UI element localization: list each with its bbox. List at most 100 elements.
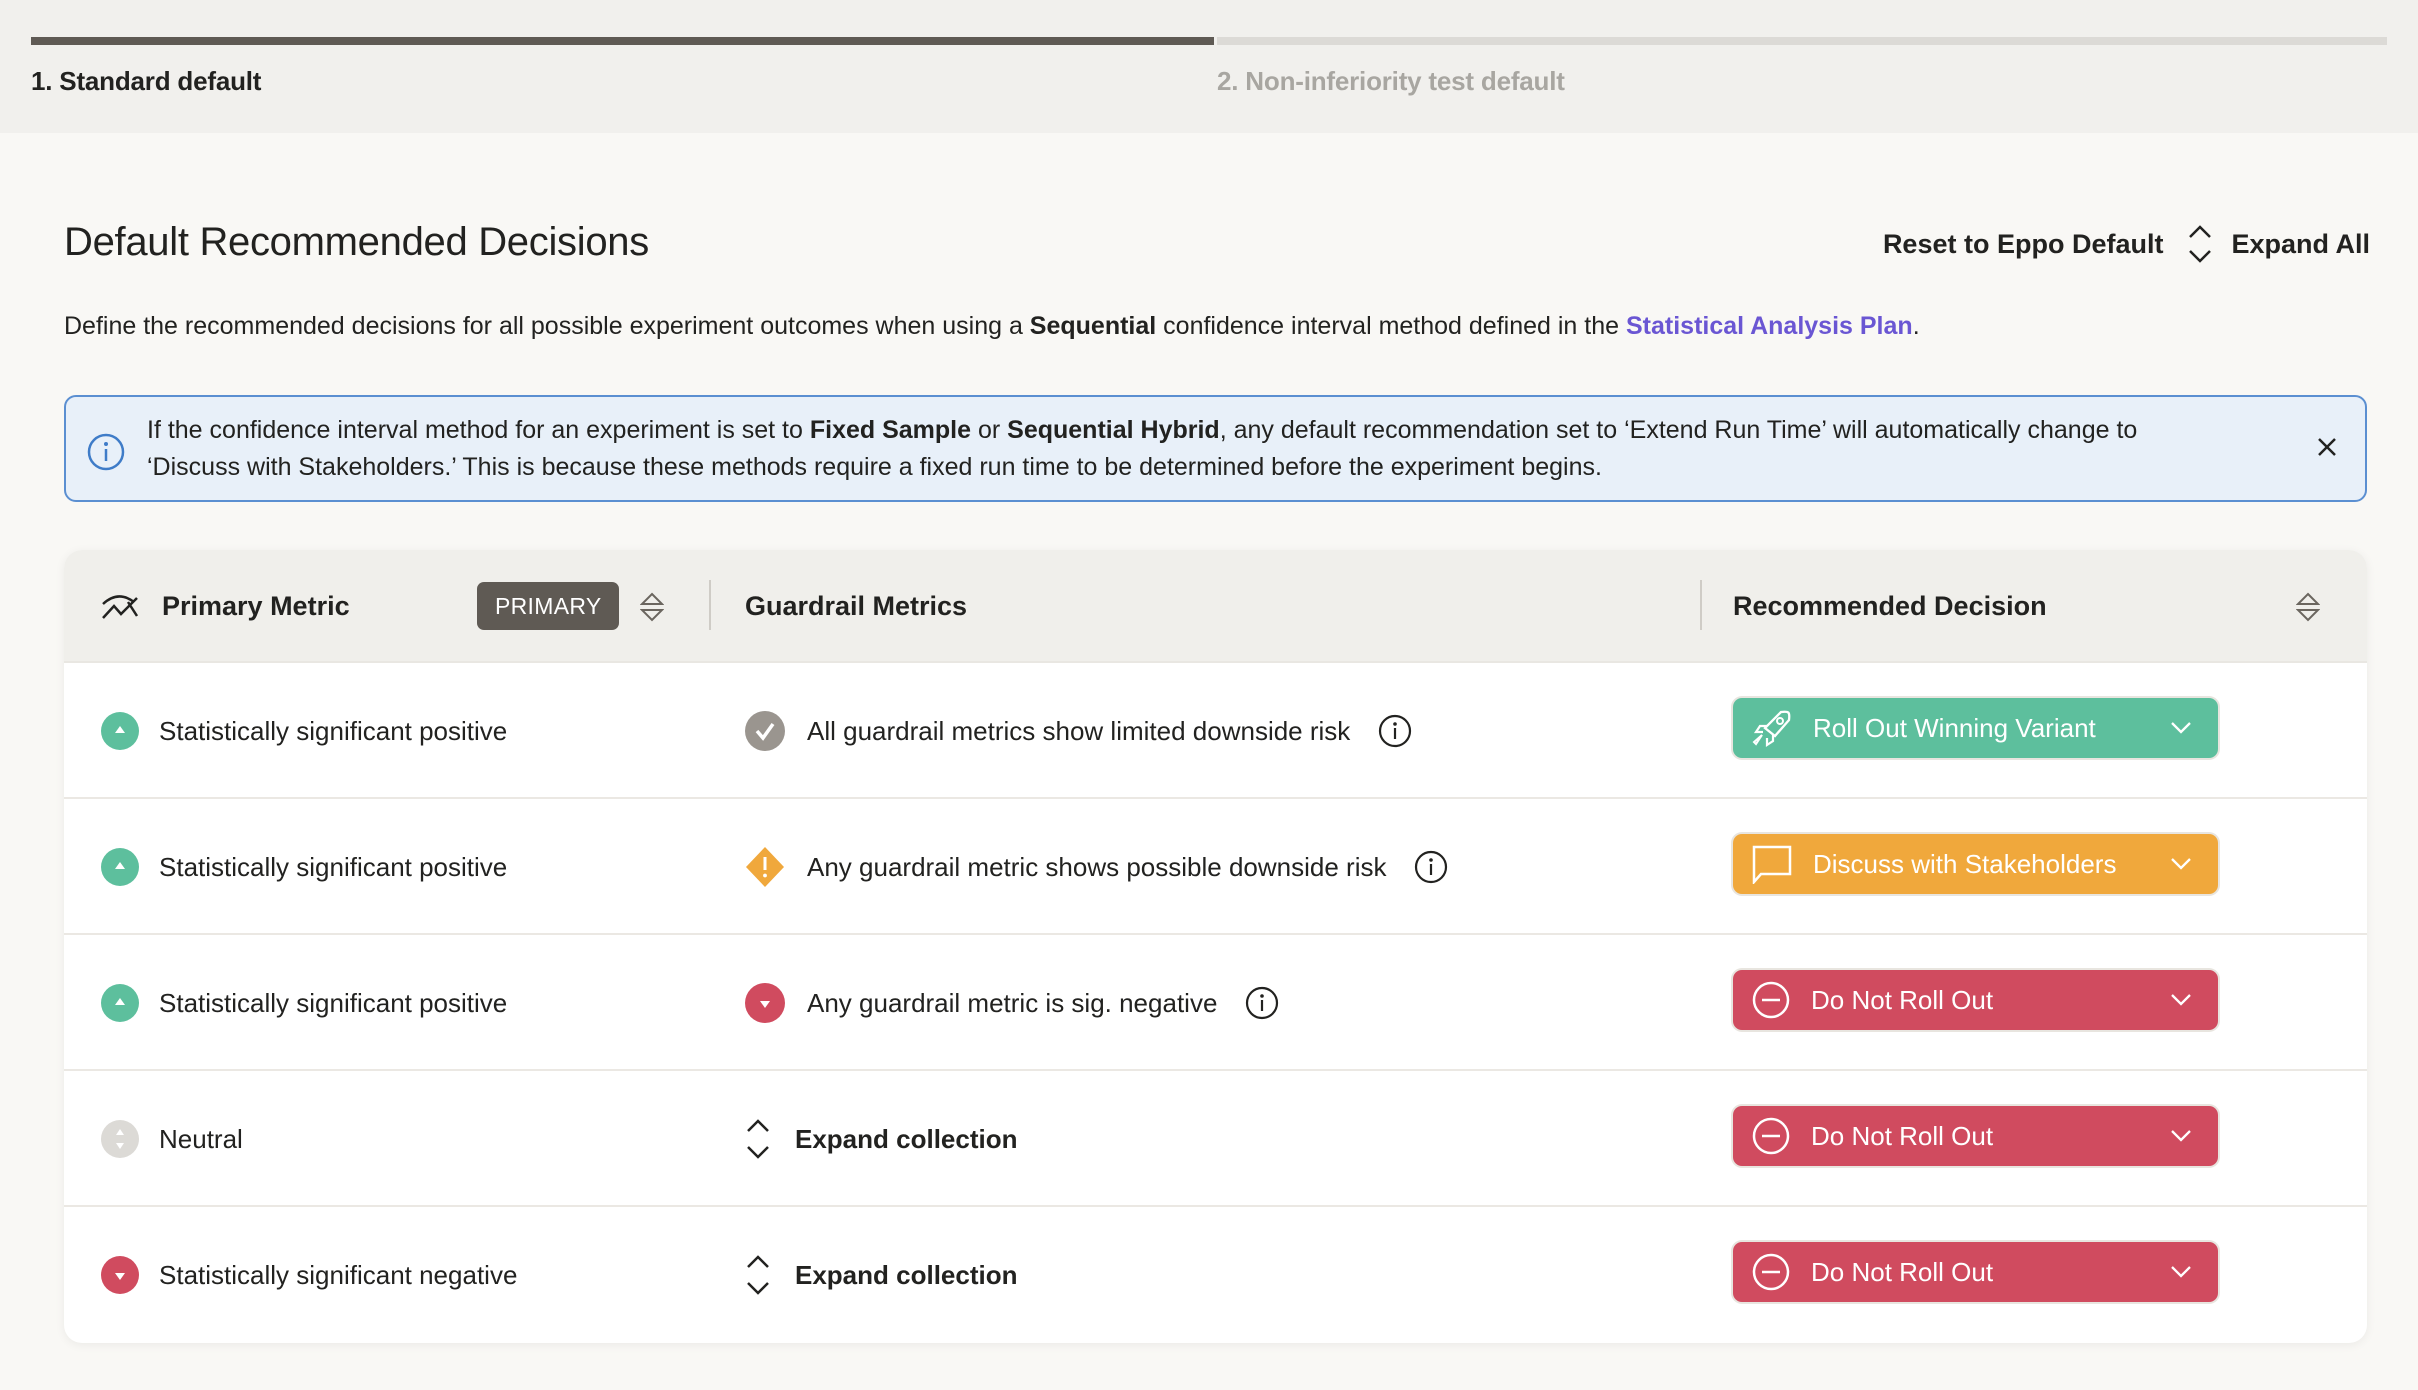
guardrail-label: Any guardrail metric is sig. negative	[807, 987, 1218, 1018]
header-recommended-decision: Recommended Decision	[1733, 550, 2047, 663]
sort-icon	[639, 592, 665, 622]
guardrail-cell: Any guardrail metric is sig. negative	[745, 935, 1279, 1071]
reset-to-default-button[interactable]: Reset to Eppo Default	[1883, 229, 2164, 260]
column-divider	[1700, 580, 1702, 630]
table-header: Primary Metric PRIMARY Guardrail Metrics…	[64, 550, 2367, 663]
table-row: Statistically significant negative Expan…	[64, 1207, 2367, 1343]
minus-circle-icon	[1751, 1116, 1791, 1156]
sig-negative-icon	[101, 1256, 139, 1294]
check-circle-icon	[745, 711, 785, 751]
guardrail-label: All guardrail metrics show limited downs…	[807, 715, 1351, 746]
metric-trend-icon	[102, 594, 139, 619]
primary-metric-cell: Statistically significant positive	[101, 935, 507, 1071]
primary-metric-label: Statistically significant negative	[159, 1259, 518, 1290]
info-icon[interactable]	[1378, 714, 1412, 748]
table-row: Neutral Expand collection Do Not Roll Ou…	[64, 1071, 2367, 1207]
primary-metric-label: Statistically significant positive	[159, 715, 508, 746]
primary-metric-label: Statistically significant positive	[159, 851, 508, 882]
guardrail-cell: Any guardrail metric shows possible down…	[745, 799, 1448, 935]
primary-metric-cell: Statistically significant negative	[101, 1207, 517, 1343]
decision-label: Do Not Roll Out	[1811, 1256, 1994, 1287]
expand-all-button[interactable]: Expand All	[2187, 224, 2370, 264]
decisions-table: Primary Metric PRIMARY Guardrail Metrics…	[64, 550, 2367, 1343]
decision-dropdown[interactable]: Do Not Roll Out	[1733, 970, 2218, 1030]
banner-bold-fixed-sample: Fixed Sample	[809, 416, 972, 444]
sort-icon	[2295, 592, 2321, 622]
header-label: Recommended Decision	[1733, 591, 2047, 621]
decision-label: Discuss with Stakeholders	[1813, 848, 2117, 879]
description-method: Sequential	[1029, 312, 1157, 340]
minus-circle-icon	[1751, 980, 1791, 1020]
expand-collapse-icon	[2189, 225, 2212, 263]
rocket-icon	[1751, 708, 1793, 748]
primary-metric-label: Neutral	[159, 1123, 243, 1154]
guardrail-label: Any guardrail metric shows possible down…	[807, 851, 1387, 882]
description-text: .	[1912, 312, 1920, 340]
banner-text: If the confidence interval method for an…	[147, 416, 810, 444]
expand-collection-button[interactable]: Expand collection	[745, 1207, 1018, 1343]
guardrail-cell: All guardrail metrics show limited downs…	[745, 663, 1412, 799]
expand-collection-button[interactable]: Expand collection	[745, 1071, 1018, 1207]
description-text: confidence interval method defined in th…	[1156, 312, 1626, 340]
decision-label: Roll Out Winning Variant	[1813, 712, 2096, 743]
table-row: Statistically significant positive All g…	[64, 663, 2367, 799]
description-text: Define the recommended decisions for all…	[64, 312, 1030, 340]
sig-positive-icon	[101, 712, 139, 750]
column-divider	[709, 580, 711, 630]
chevron-down-icon	[2170, 857, 2192, 871]
step-non-inferiority-default[interactable]: 2. Non-inferiority test default	[1217, 37, 2387, 97]
header-primary-metric: Primary Metric	[100, 550, 350, 663]
page-title: Default Recommended Decisions	[64, 220, 649, 264]
header-label: Primary Metric	[162, 591, 350, 621]
sig-positive-icon	[101, 984, 139, 1022]
step-standard-default[interactable]: 1. Standard default	[31, 37, 1214, 97]
expand-collection-label: Expand collection	[795, 1123, 1018, 1154]
primary-badge: PRIMARY	[477, 582, 620, 630]
page-description: Define the recommended decisions for all…	[64, 312, 1920, 341]
info-icon	[86, 432, 126, 477]
table-row: Statistically significant positive Any g…	[64, 799, 2367, 935]
info-banner-text: If the confidence interval method for an…	[147, 412, 2227, 486]
decision-dropdown[interactable]: Do Not Roll Out	[1733, 1242, 2218, 1302]
expand-all-label: Expand All	[2231, 228, 2370, 259]
statistical-analysis-plan-link[interactable]: Statistical Analysis Plan	[1626, 312, 1913, 340]
sig-positive-icon	[101, 848, 139, 886]
table-row: Statistically significant positive Any g…	[64, 935, 2367, 1071]
expand-collection-label: Expand collection	[795, 1259, 1018, 1290]
chevron-down-icon	[2170, 721, 2192, 735]
close-banner-button[interactable]	[2315, 435, 2339, 464]
step-progress-bar	[31, 37, 1214, 45]
decision-dropdown[interactable]: Discuss with Stakeholders	[1733, 834, 2218, 894]
stepper: 1. Standard default 2. Non-inferiority t…	[0, 0, 2418, 133]
info-icon[interactable]	[1414, 850, 1448, 884]
header-label: Guardrail Metrics	[745, 591, 968, 621]
step-progress-bar	[1217, 37, 2387, 45]
primary-metric-cell: Statistically significant positive	[101, 663, 507, 799]
info-icon[interactable]	[1245, 986, 1279, 1020]
header-guardrail-metrics: Guardrail Metrics	[745, 550, 967, 663]
step-label: 1. Standard default	[31, 66, 262, 96]
sort-decision-button[interactable]	[2295, 591, 2321, 630]
warning-diamond-icon	[746, 847, 784, 887]
neutral-icon	[101, 1120, 139, 1158]
primary-metric-cell: Statistically significant positive	[101, 799, 507, 935]
decision-dropdown[interactable]: Roll Out Winning Variant	[1733, 698, 2218, 758]
decision-dropdown[interactable]: Do Not Roll Out	[1733, 1106, 2218, 1166]
banner-bold-sequential-hybrid: Sequential Hybrid	[1007, 416, 1220, 444]
step-label: 2. Non-inferiority test default	[1217, 66, 1565, 96]
info-banner: If the confidence interval method for an…	[64, 395, 2367, 502]
chevron-down-icon	[2170, 1265, 2192, 1279]
sort-primary-metric-button[interactable]	[639, 591, 665, 630]
header-actions: Reset to Eppo Default Expand All	[1883, 224, 2370, 264]
chevron-down-icon	[2170, 1129, 2192, 1143]
expand-collapse-icon	[747, 1119, 769, 1159]
chevron-down-icon	[2170, 993, 2192, 1007]
decision-label: Do Not Roll Out	[1811, 1120, 1994, 1151]
minus-circle-icon	[1751, 1252, 1791, 1292]
primary-metric-label: Statistically significant positive	[159, 987, 508, 1018]
decision-label: Do Not Roll Out	[1811, 984, 1994, 1015]
primary-metric-cell: Neutral	[101, 1071, 243, 1207]
banner-text: or	[971, 416, 1008, 444]
sig-negative-icon	[745, 983, 785, 1023]
chat-bubble-icon	[1751, 844, 1793, 884]
